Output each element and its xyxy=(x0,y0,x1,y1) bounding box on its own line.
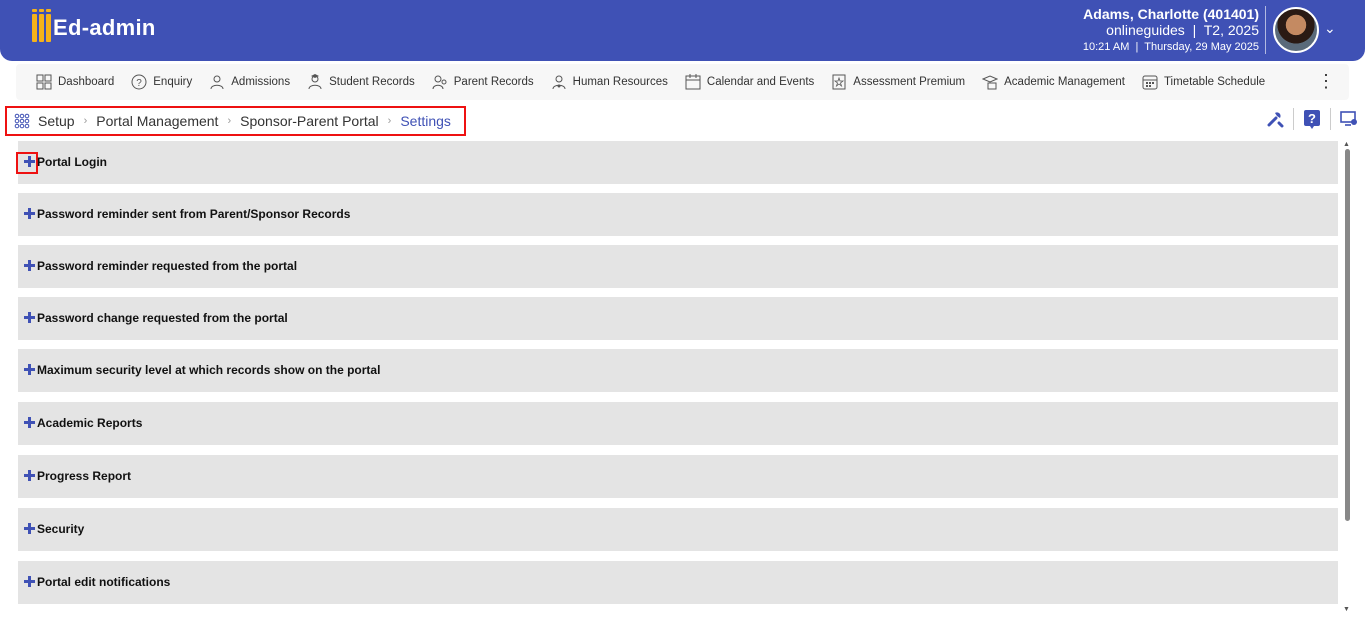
nav-label: Dashboard xyxy=(58,76,115,88)
expand-plus-icon[interactable] xyxy=(24,364,35,375)
panel-title: Maximum security level at which records … xyxy=(37,363,381,377)
panel-title: Password reminder sent from Parent/Spons… xyxy=(37,207,351,221)
settings-panels: Portal Login Password reminder sent from… xyxy=(16,141,1338,614)
app-header: Ed-admin Adams, Charlotte (401401) onlin… xyxy=(0,0,1365,61)
header-divider xyxy=(1265,6,1266,54)
breadcrumb: Setup › Portal Management › Sponsor-Pare… xyxy=(5,106,466,136)
user-datetime: 10:21 AM | Thursday, 29 May 2025 xyxy=(1082,41,1259,53)
panel-title: Portal edit notifications xyxy=(37,575,171,589)
nav-item-admissions[interactable]: Admissions xyxy=(209,74,290,90)
user-context: onlineguides | T2, 2025 xyxy=(1106,22,1259,38)
panel-portal-edit-notifications[interactable]: Portal edit notifications xyxy=(18,561,1338,604)
chevron-down-icon[interactable]: ⌄ xyxy=(1324,20,1336,37)
nav-label: Enquiry xyxy=(153,76,193,88)
nav-item-academic-management[interactable]: Academic Management xyxy=(982,74,1125,90)
apps-grid-icon[interactable] xyxy=(14,113,30,129)
breadcrumb-sponsor-parent-portal[interactable]: Sponsor-Parent Portal xyxy=(240,113,379,129)
nav-item-dashboard[interactable]: Dashboard xyxy=(36,74,114,90)
nav-item-calendar[interactable]: Calendar and Events xyxy=(685,74,814,90)
expand-plus-icon[interactable] xyxy=(24,470,35,481)
nav-label: Human Resources xyxy=(572,76,668,88)
svg-text:?: ? xyxy=(136,78,142,89)
admissions-icon xyxy=(210,75,224,90)
expand-plus-icon[interactable] xyxy=(24,208,35,219)
parent-records-icon xyxy=(432,75,447,90)
main-nav: Dashboard ? Enquiry Admissions Student R… xyxy=(16,64,1349,100)
panel-security[interactable]: Security xyxy=(18,508,1338,551)
nav-label: Parent Records xyxy=(453,76,534,88)
help-icon[interactable]: ? xyxy=(1301,108,1323,130)
nav-item-parent-records[interactable]: Parent Records xyxy=(432,74,534,90)
tools-icon[interactable] xyxy=(1264,108,1286,130)
nav-label: Student Records xyxy=(329,76,415,88)
expand-plus-icon[interactable] xyxy=(24,417,35,428)
breadcrumb-portal-management[interactable]: Portal Management xyxy=(96,113,218,129)
page-tools: ? xyxy=(1264,108,1360,130)
panel-max-security-level[interactable]: Maximum security level at which records … xyxy=(18,349,1338,392)
panel-password-reminder-requested[interactable]: Password reminder requested from the por… xyxy=(18,245,1338,288)
nav-label: Assessment Premium xyxy=(853,76,966,88)
breadcrumb-setup[interactable]: Setup xyxy=(38,113,75,129)
nav-item-human-resources[interactable]: Human Resources xyxy=(551,74,668,90)
panel-password-change-requested[interactable]: Password change requested from the porta… xyxy=(18,297,1338,340)
nav-label: Admissions xyxy=(231,76,291,88)
expand-plus-icon[interactable] xyxy=(24,156,35,167)
nav-item-assessment-premium[interactable]: Assessment Premium xyxy=(831,74,965,90)
human-resources-icon xyxy=(552,75,566,90)
breadcrumb-settings: Settings xyxy=(400,113,451,129)
panel-title: Academic Reports xyxy=(37,416,143,430)
dashboard-icon xyxy=(36,74,52,90)
tool-divider xyxy=(1330,108,1331,130)
logo-text: Ed-admin xyxy=(53,15,156,40)
user-info: Adams, Charlotte (401401) onlineguides |… xyxy=(1083,6,1259,56)
chevron-right-icon: › xyxy=(83,115,88,127)
panel-academic-reports[interactable]: Academic Reports xyxy=(18,402,1338,445)
expand-plus-icon[interactable] xyxy=(24,523,35,534)
chevron-right-icon: › xyxy=(387,115,392,127)
student-records-icon xyxy=(308,74,322,90)
vertical-scrollbar[interactable]: ▲ ▼ xyxy=(1342,141,1352,613)
timetable-icon xyxy=(1142,75,1158,90)
logo-icon xyxy=(32,9,51,42)
svg-text:?: ? xyxy=(1308,111,1316,126)
tool-divider xyxy=(1293,108,1294,130)
panel-title: Security xyxy=(37,522,85,536)
scroll-down-icon[interactable]: ▼ xyxy=(1343,606,1350,613)
scrollbar-thumb[interactable] xyxy=(1345,149,1350,521)
nav-item-student-records[interactable]: Student Records xyxy=(307,74,415,90)
panel-progress-report[interactable]: Progress Report xyxy=(18,455,1338,498)
avatar[interactable] xyxy=(1273,7,1319,53)
panel-portal-login[interactable]: Portal Login xyxy=(16,141,1338,184)
nav-label: Timetable Schedule xyxy=(1163,76,1266,88)
nav-item-timetable[interactable]: Timetable Schedule xyxy=(1142,74,1265,90)
screen-share-icon[interactable] xyxy=(1338,108,1360,130)
calendar-icon xyxy=(685,74,701,90)
expand-plus-icon[interactable] xyxy=(24,312,35,323)
panel-title: Progress Report xyxy=(37,469,132,483)
app-logo[interactable]: Ed-admin xyxy=(32,9,156,42)
scroll-up-icon[interactable]: ▲ xyxy=(1343,141,1350,148)
assessment-icon xyxy=(832,74,846,90)
more-vertical-icon[interactable]: ⋮ xyxy=(1317,71,1335,91)
expand-plus-icon[interactable] xyxy=(24,576,35,587)
chevron-right-icon: › xyxy=(227,115,232,127)
expand-plus-icon[interactable] xyxy=(24,260,35,271)
nav-label: Academic Management xyxy=(1004,76,1125,88)
panel-password-reminder-sent[interactable]: Password reminder sent from Parent/Spons… xyxy=(18,193,1338,236)
nav-label: Calendar and Events xyxy=(706,76,815,88)
panel-title: Password change requested from the porta… xyxy=(37,311,288,325)
user-name: Adams, Charlotte (401401) xyxy=(1083,6,1259,22)
nav-item-enquiry[interactable]: ? Enquiry xyxy=(131,74,192,90)
question-icon: ? xyxy=(131,74,147,90)
academic-icon xyxy=(982,75,999,90)
panel-title: Password reminder requested from the por… xyxy=(37,259,298,273)
panel-title: Portal Login xyxy=(37,155,107,169)
